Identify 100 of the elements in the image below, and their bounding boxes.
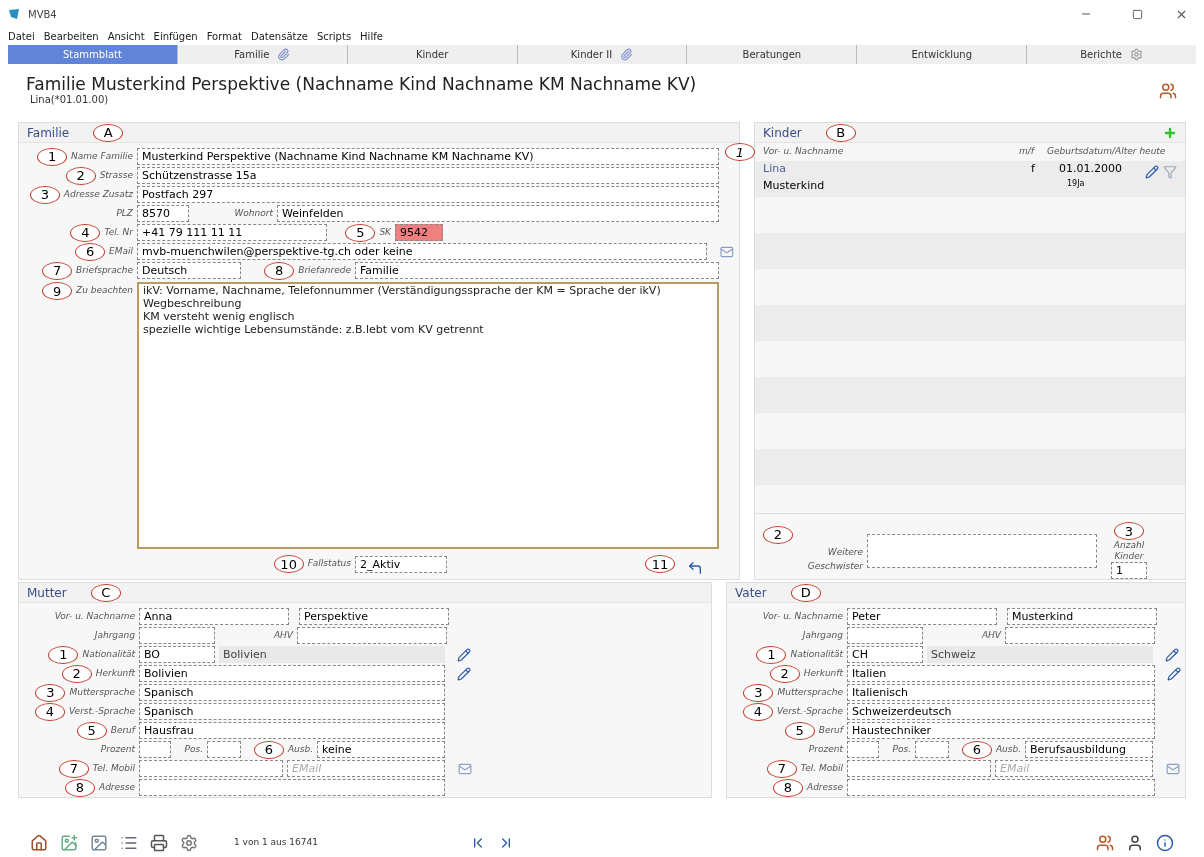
- image-icon[interactable]: [90, 834, 108, 852]
- text-field[interactable]: Spanisch: [139, 684, 445, 701]
- field-label: PLZ: [116, 206, 133, 220]
- text-field[interactable]: Haustechniker: [847, 722, 1155, 739]
- text-field[interactable]: [847, 627, 923, 644]
- edit-icon[interactable]: [1167, 666, 1181, 681]
- home-icon[interactable]: [30, 834, 48, 852]
- field-label: Vor- u. Nachname: [762, 609, 843, 623]
- tab[interactable]: Familie: [176, 45, 347, 64]
- maximize-icon[interactable]: [1132, 8, 1143, 20]
- annotation-marker: 6: [253, 740, 284, 759]
- window-title: MVB4: [28, 7, 57, 22]
- text-field[interactable]: [139, 627, 215, 644]
- text-field[interactable]: Italienisch: [847, 684, 1155, 701]
- text-field[interactable]: Familie: [355, 262, 719, 279]
- tab[interactable]: Entwicklung: [856, 45, 1027, 64]
- tab[interactable]: Kinder: [346, 45, 517, 64]
- annotation-marker: C: [90, 583, 121, 602]
- settings-icon[interactable]: [180, 834, 198, 852]
- menu-item[interactable]: Ansicht: [107, 29, 145, 44]
- annotation-marker: 4: [34, 702, 65, 721]
- field-label: Name Familie: [71, 149, 133, 163]
- people-icon[interactable]: [1096, 834, 1114, 852]
- tab[interactable]: Berichte: [1026, 45, 1196, 64]
- text-field[interactable]: 9542: [395, 224, 443, 241]
- tab[interactable]: Kinder II: [516, 45, 687, 64]
- mail-icon[interactable]: [1165, 761, 1181, 776]
- info-icon[interactable]: [1156, 834, 1174, 852]
- text-field[interactable]: mvb-muenchwilen@perspektive-tg.ch oder keine: [137, 243, 708, 260]
- text-field[interactable]: Hausfrau: [139, 722, 445, 739]
- edit-icon[interactable]: [457, 647, 471, 662]
- text-field[interactable]: [915, 741, 949, 758]
- list-icon[interactable]: [120, 834, 138, 852]
- text-field[interactable]: Postfach 297: [137, 186, 719, 203]
- field-label: Zu beachten: [76, 284, 133, 298]
- text-field[interactable]: Spanisch: [139, 703, 445, 720]
- menu-item[interactable]: Einfügen: [153, 29, 198, 44]
- text-field[interactable]: [207, 741, 241, 758]
- country-field[interactable]: Schweiz: [927, 646, 1153, 663]
- text-field[interactable]: Anna: [139, 608, 289, 625]
- text-field[interactable]: Berufsausbildung: [1025, 741, 1153, 758]
- annotation-marker: 8: [772, 778, 803, 797]
- text-field[interactable]: CH: [847, 646, 923, 663]
- tab[interactable]: Beratungen: [686, 45, 857, 64]
- text-field[interactable]: [139, 779, 445, 796]
- menu-item[interactable]: Datei: [8, 29, 35, 44]
- text-field[interactable]: EMail: [995, 760, 1153, 777]
- people-icon[interactable]: [1158, 82, 1178, 100]
- text-field[interactable]: BO: [139, 646, 215, 663]
- menu-item[interactable]: Datensätze: [250, 29, 308, 44]
- text-field[interactable]: Schützenstrasse 15a: [137, 167, 719, 184]
- mail-icon[interactable]: [719, 244, 735, 259]
- edit-icon[interactable]: [1165, 647, 1179, 662]
- child-birthdate: 01.01.2000: [1059, 161, 1123, 177]
- add-icon[interactable]: [1163, 125, 1177, 140]
- text-field[interactable]: 8570: [137, 205, 189, 222]
- annotation-marker: A: [93, 123, 124, 142]
- menu-item[interactable]: Format: [206, 29, 242, 44]
- text-field[interactable]: Perspektive: [299, 608, 449, 625]
- back-arrow-icon[interactable]: [687, 560, 703, 576]
- text-field[interactable]: +41 79 111 11 11: [137, 224, 327, 241]
- field-label: Fallstatus: [307, 557, 351, 571]
- text-field[interactable]: 2_Aktiv: [355, 555, 447, 573]
- text-field[interactable]: 1: [1111, 562, 1147, 579]
- annotation-marker: 7: [766, 759, 797, 778]
- text-field[interactable]: [139, 741, 171, 758]
- text-field[interactable]: Bolivien: [139, 665, 445, 682]
- text-field[interactable]: Musterkind: [1007, 608, 1157, 625]
- text-field[interactable]: Italien: [847, 665, 1155, 682]
- edit-icon[interactable]: [457, 666, 471, 681]
- text-field[interactable]: Weinfelden: [277, 205, 719, 222]
- country-field[interactable]: Bolivien: [219, 646, 445, 663]
- person-icon[interactable]: [1126, 834, 1144, 852]
- text-field[interactable]: [867, 534, 1097, 568]
- annotation-marker: 2: [769, 664, 800, 683]
- notes-area[interactable]: ikV: Vorname, Nachname, Telefonnummer (Verständigungssprache der KM = Sprache der ikV) Wegbeschreibung KM versteht wenig englisch spezielle wichtige Lebensumstände: z.B.lebt vom KV getrennt: [137, 282, 719, 549]
- text-field[interactable]: Musterkind Perspektive (Nachname Kind Nachname KM Nachname KV): [137, 148, 719, 165]
- image-add-icon[interactable]: [60, 834, 78, 852]
- text-field[interactable]: [297, 627, 447, 644]
- annotation-marker: 1: [756, 645, 787, 664]
- menu-item[interactable]: Scripts: [316, 29, 352, 44]
- tab[interactable]: Stammblatt: [8, 45, 177, 64]
- text-field[interactable]: [847, 779, 1155, 796]
- text-field[interactable]: [139, 760, 283, 777]
- text-field[interactable]: EMail: [287, 760, 445, 777]
- menu-item[interactable]: Bearbeiten: [43, 29, 99, 44]
- child-row[interactable]: Lina Musterkind f 01.01.2000 19Ja: [755, 161, 1185, 197]
- text-field[interactable]: Peter: [847, 608, 997, 625]
- text-field[interactable]: Deutsch: [137, 262, 241, 279]
- text-field[interactable]: [1005, 627, 1155, 644]
- menu-item[interactable]: Hilfe: [360, 29, 383, 44]
- text-field[interactable]: Schweizerdeutsch: [847, 703, 1155, 720]
- printer-icon[interactable]: [150, 834, 168, 852]
- text-field[interactable]: [847, 760, 991, 777]
- text-field[interactable]: keine: [317, 741, 445, 758]
- mail-icon[interactable]: [457, 761, 473, 776]
- text-field[interactable]: [847, 741, 879, 758]
- annotation-marker: 5: [784, 721, 815, 740]
- edit-icon[interactable]: [1145, 165, 1159, 179]
- record-count: 1 von 1 aus 16741: [234, 836, 318, 850]
